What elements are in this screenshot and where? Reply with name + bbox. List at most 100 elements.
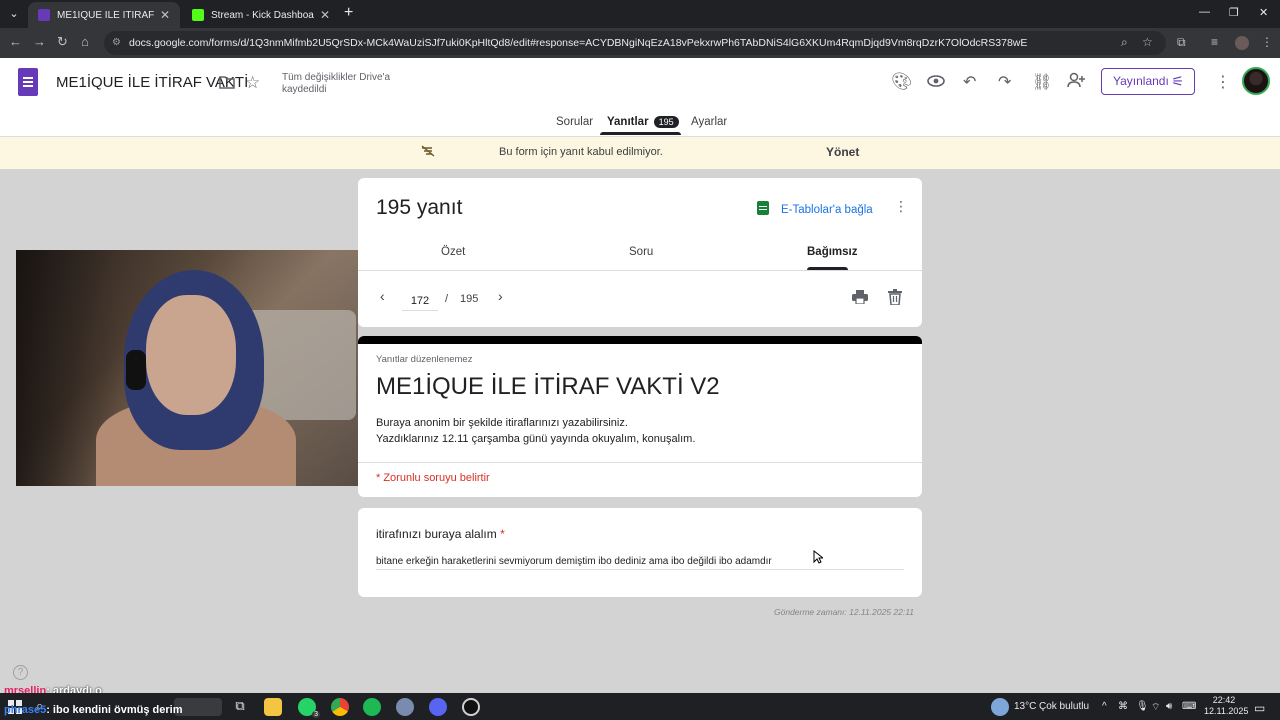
tab-search-icon[interactable]: ⌄ xyxy=(4,4,24,24)
keyboard-icon[interactable]: ⌨ xyxy=(1182,701,1196,712)
clock-time: 22:42 xyxy=(1212,695,1236,705)
question-title-text: itirafınızı buraya alalım xyxy=(376,527,497,541)
profile-avatar-icon[interactable] xyxy=(1235,36,1249,50)
form-description-line: Buraya anonim bir şekilde itiraflarınızı… xyxy=(376,417,628,429)
form-header-card: Yanıtlar düzenlenemez ME1İQUE İLE İTİRAF… xyxy=(358,336,922,497)
whatsapp-badge: 3 xyxy=(312,711,320,718)
undo-icon[interactable]: ↶ xyxy=(963,72,976,92)
form-title: ME1İQUE İLE İTİRAF VAKTİ V2 xyxy=(376,373,720,400)
copy-link-icon[interactable]: ⛓ xyxy=(1032,72,1052,92)
zoom-icon[interactable]: ⌕ xyxy=(1121,35,1128,50)
chat-username: phrase5 xyxy=(4,704,47,716)
submission-time: Gönderme zamanı: 12.11.2025 22:11 xyxy=(774,607,915,617)
forms-header: ME1İQUE İLE İTİRAF VAKTİ ☆ Tüm değişikli… xyxy=(0,58,1280,137)
required-note: * Zorunlu soruyu belirtir xyxy=(376,472,490,484)
weather-cloud-icon xyxy=(991,698,1009,716)
customize-theme-icon[interactable]: 🎨︎ xyxy=(891,72,913,92)
browser-tab-kick[interactable]: Stream - Kick Dashboard ✕ xyxy=(182,2,340,28)
publish-button[interactable]: Yayınlandı ⚟ xyxy=(1101,68,1195,95)
link-to-sheets-button[interactable]: E-Tablolar'a bağla xyxy=(757,201,873,216)
close-tab-icon[interactable]: ✕ xyxy=(320,8,330,22)
google-forms-logo-icon[interactable] xyxy=(18,68,38,96)
divider xyxy=(358,462,922,463)
chat-message: phrase5: ibo kendini övmüş derim xyxy=(4,704,183,716)
browser-menu-icon[interactable]: ⋮ xyxy=(1261,35,1273,49)
bookmark-star-icon[interactable]: ☆ xyxy=(1142,35,1153,49)
file-explorer-icon[interactable] xyxy=(264,698,282,716)
browser-tab-forms[interactable]: ME1İQUE İLE İTİRAF VAKTİ - Go ✕ xyxy=(28,2,180,28)
question-card: itirafınızı buraya alalım * bitane erkeğ… xyxy=(358,508,922,597)
weather-temperature: 13°C xyxy=(1014,701,1037,712)
move-to-folder-icon[interactable] xyxy=(219,75,235,94)
address-bar[interactable]: ⚙ docs.google.com/forms/d/1Q3nmMifmb2U5Q… xyxy=(104,31,1166,55)
minimize-icon[interactable]: — xyxy=(1199,6,1210,18)
preview-eye-icon[interactable] xyxy=(927,74,945,92)
pager-total: 195 xyxy=(460,293,479,305)
question-title: itirafınızı buraya alalım * xyxy=(376,527,505,541)
close-window-icon[interactable]: ✕ xyxy=(1259,6,1268,19)
save-status: Tüm değişiklikler Drive'a kaydedildi xyxy=(282,72,391,95)
redo-icon[interactable]: ↷ xyxy=(998,72,1011,92)
close-tab-icon[interactable]: ✕ xyxy=(160,8,170,22)
help-icon[interactable]: ? xyxy=(13,665,28,680)
maximize-icon[interactable]: ❐ xyxy=(1229,6,1239,19)
site-info-icon[interactable]: ⚙ xyxy=(112,31,121,55)
app-icon[interactable] xyxy=(396,698,414,716)
responses-more-icon[interactable]: ⋮ xyxy=(894,198,908,215)
clock-date: 12.11.2025 xyxy=(1204,706,1249,716)
forms-favicon-icon xyxy=(38,9,50,21)
kick-favicon-icon xyxy=(192,9,204,21)
subtab-question[interactable]: Soru xyxy=(629,246,653,258)
form-description-line: Yazdıklarınız 12.11 çarşamba günü yayınd… xyxy=(376,433,696,445)
answer-field: bitane erkeğin haraketlerini sevmiyorum … xyxy=(376,556,904,570)
spotify-icon[interactable] xyxy=(363,698,381,716)
form-accent-bar xyxy=(358,336,922,344)
back-icon[interactable]: ← xyxy=(9,34,22,49)
taskbar-clock[interactable]: 22:42 12.11.2025 xyxy=(1204,695,1249,717)
weather-description: Çok bulutlu xyxy=(1039,701,1090,712)
webcam-overlay xyxy=(16,250,358,486)
task-view-icon[interactable]: ⧉ xyxy=(231,698,249,716)
manage-button[interactable]: Yönet xyxy=(826,145,859,159)
avatar[interactable] xyxy=(1242,67,1270,95)
reload-icon[interactable]: ↻ xyxy=(57,34,68,50)
media-icon[interactable]: ≡ xyxy=(1211,35,1218,49)
banner-message: Bu form için yanıt kabul edilmiyor. xyxy=(499,146,663,158)
microphone-icon[interactable]: 🎙︎ xyxy=(1136,701,1149,712)
responses-off-icon xyxy=(421,145,435,160)
chrome-icon[interactable] xyxy=(331,698,349,716)
show-hidden-icons-icon[interactable]: ^ xyxy=(1102,701,1107,712)
subtab-individual[interactable]: Bağımsız xyxy=(807,246,858,258)
obs-icon[interactable] xyxy=(462,698,480,716)
home-icon[interactable]: ⌂ xyxy=(81,34,89,49)
tab-responses[interactable]: Yanıtlar 195 xyxy=(607,116,679,128)
more-options-icon[interactable]: ⋮ xyxy=(1215,72,1231,92)
wifi-icon[interactable]: ⌔ xyxy=(1151,701,1160,714)
divider xyxy=(358,270,922,271)
next-response-icon[interactable]: › xyxy=(498,288,503,304)
previous-response-icon[interactable]: ‹ xyxy=(380,288,385,304)
star-icon[interactable]: ☆ xyxy=(245,73,260,93)
delete-response-icon[interactable] xyxy=(888,289,902,306)
publish-label: Yayınlandı xyxy=(1113,74,1169,88)
tab-questions[interactable]: Sorular xyxy=(556,116,593,128)
forward-icon[interactable]: → xyxy=(33,34,46,49)
volume-icon[interactable]: 🔊︎ xyxy=(1166,701,1172,712)
chat-text: : ibo kendini övmüş derim xyxy=(46,704,183,716)
response-count-badge: 195 xyxy=(653,116,679,128)
whatsapp-icon[interactable]: 3 xyxy=(298,698,320,718)
tab-settings[interactable]: Ayarlar xyxy=(691,116,727,128)
webcam-headset xyxy=(126,350,146,390)
print-icon[interactable] xyxy=(852,290,868,305)
network-icon[interactable]: ⌘ xyxy=(1118,701,1128,712)
extensions-icon[interactable]: ⧉ xyxy=(1177,35,1186,50)
notifications-icon[interactable]: ▭ xyxy=(1254,701,1265,715)
discord-icon[interactable] xyxy=(429,698,447,716)
response-number-input[interactable]: 172 xyxy=(402,291,438,311)
tab-title: ME1İQUE İLE İTİRAF VAKTİ - Go xyxy=(57,9,154,21)
tab-title: Stream - Kick Dashboard xyxy=(211,9,314,21)
browser-tab-strip: ⌄ ME1İQUE İLE İTİRAF VAKTİ - Go ✕ Stream… xyxy=(0,0,1280,28)
new-tab-icon[interactable]: + xyxy=(344,4,353,22)
subtab-summary[interactable]: Özet xyxy=(441,246,465,258)
add-collaborator-icon[interactable] xyxy=(1067,72,1085,93)
